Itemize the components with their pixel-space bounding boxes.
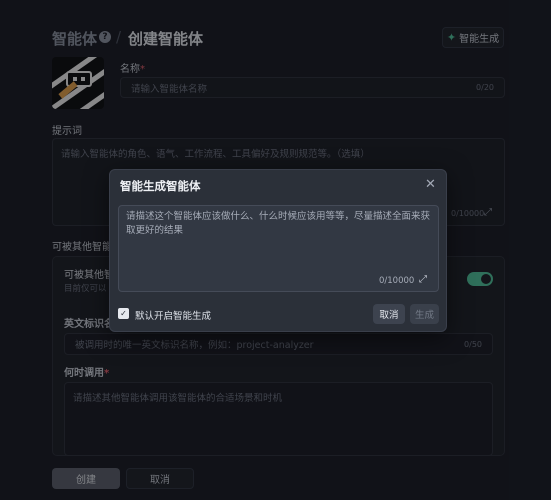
modal-placeholder: 请描述这个智能体应该做什么、什么时候应该用等等，尽量描述全面来获取更好的结果: [126, 211, 431, 236]
modal-title: 智能生成智能体: [120, 179, 201, 193]
close-icon[interactable]: ✕: [425, 177, 436, 192]
modal-generate-button[interactable]: 生成: [410, 304, 439, 324]
modal-expand-icon[interactable]: ⤢: [419, 274, 427, 285]
auto-generate-label[interactable]: 默认开启智能生成: [135, 308, 211, 322]
modal-count: 0/10000: [379, 276, 415, 286]
modal-cancel-button[interactable]: 取消: [373, 304, 405, 324]
auto-generate-checkbox[interactable]: ✓: [118, 308, 129, 319]
